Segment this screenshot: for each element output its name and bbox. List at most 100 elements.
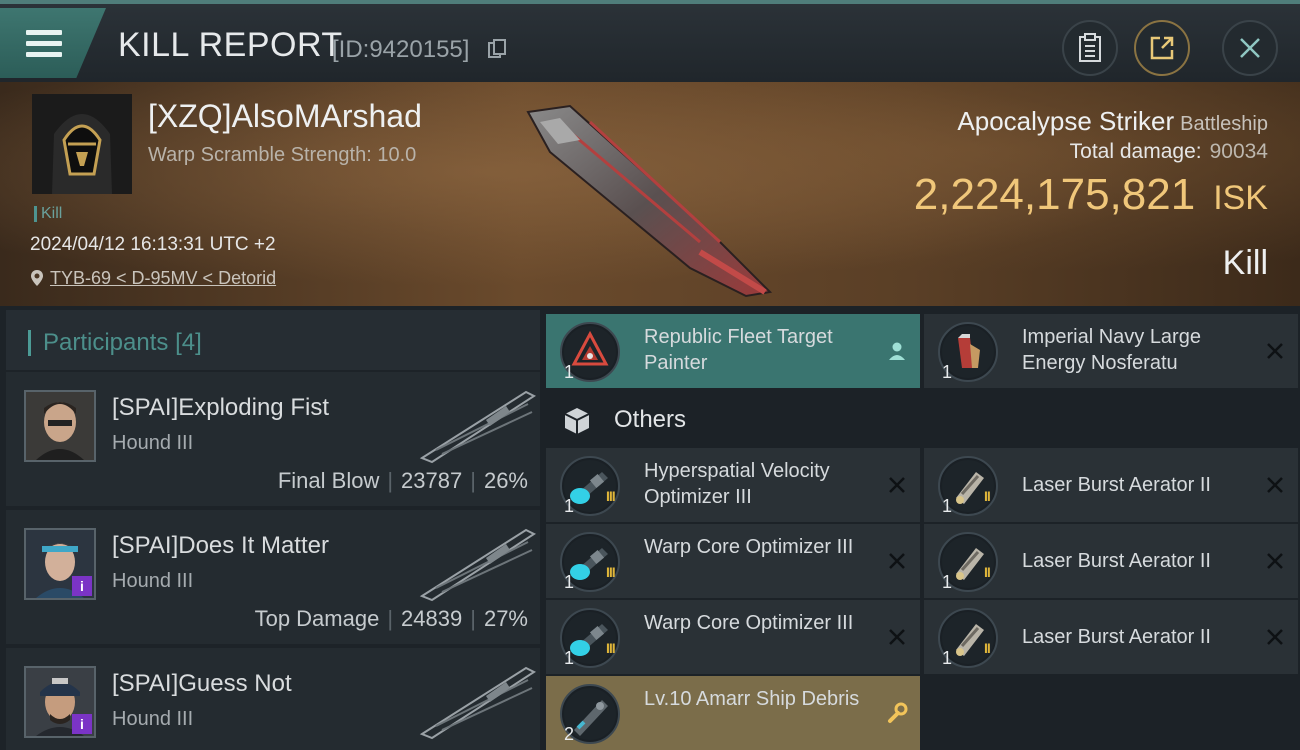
tier-badge: III — [606, 488, 616, 504]
helmet-portrait — [32, 94, 132, 194]
participant-name[interactable]: [SPAI]Does It Matter — [112, 532, 329, 560]
participants-header: Participants [4] — [6, 310, 540, 370]
warp-scramble-strength: Warp Scramble Strength: 10.0 — [148, 144, 417, 166]
participants-panel: Participants [4] [SPAI]Exploding Fist Ho… — [0, 306, 540, 750]
avatar[interactable] — [24, 390, 96, 462]
menu-icon-bar — [26, 41, 62, 46]
module-quantity: 1 — [942, 648, 953, 668]
report-id: [ID:9420155] — [332, 36, 470, 63]
participant-damage: 23787 — [401, 468, 463, 493]
clipboard-icon — [1079, 33, 1101, 62]
fitted-modules-panel: 1 Republic Fleet Target Painter 1 Imperi… — [540, 306, 1300, 750]
isk-unit: ISK — [1213, 179, 1268, 217]
module-slot[interactable]: II 1 Laser Burst Aerator II — [924, 600, 1298, 674]
module-slot[interactable]: III 1 Warp Core Optimizer III — [546, 524, 920, 598]
participant-ship: Hound III — [112, 432, 194, 454]
tier-badge: III — [606, 640, 616, 656]
module-slot[interactable]: 2 Lv.10 Amarr Ship Debris — [546, 676, 920, 750]
victim-avatar[interactable] — [32, 94, 132, 194]
info-badge: i — [72, 714, 92, 734]
module-slot[interactable]: 1 Republic Fleet Target Painter — [546, 314, 920, 388]
total-damage: Total damage: 90034 — [1070, 140, 1268, 164]
close-icon[interactable] — [1264, 474, 1286, 496]
close-icon[interactable] — [1264, 626, 1286, 648]
participant-row[interactable]: i [SPAI]Does It Matter Hound III Top Dam… — [6, 510, 540, 644]
participant-damage: 24839 — [401, 606, 463, 631]
participants-title-text: Participants — [43, 329, 169, 356]
module-name: Warp Core Optimizer III — [644, 612, 854, 634]
info-badge: i — [72, 576, 92, 596]
kill-datetime: 2024/04/12 16:13:31 UTC +2 — [30, 234, 276, 255]
module-name: Laser Burst Aerator II — [1022, 550, 1211, 572]
module-slot[interactable]: III 1 Hyperspatial Velocity Optimizer II… — [546, 448, 920, 522]
hound-ship-icon — [419, 528, 537, 602]
victim-name[interactable]: [XZQ]AlsoMArshad — [148, 98, 422, 135]
module-quantity: 1 — [942, 362, 953, 382]
tier-badge: II — [984, 488, 991, 504]
participant-name[interactable]: [SPAI]Guess Not — [112, 670, 292, 698]
close-icon[interactable] — [886, 550, 908, 572]
pilot-portrait — [26, 392, 94, 460]
person-icon[interactable] — [886, 340, 908, 362]
close-icon[interactable] — [1264, 340, 1286, 362]
ship-class: Battleship — [1180, 113, 1268, 135]
location-link[interactable]: TYB-69 < D-95MV < Detorid — [50, 268, 276, 288]
victim-summary: [XZQ]AlsoMArshad Warp Scramble Strength:… — [0, 82, 1300, 306]
participant-name[interactable]: [SPAI]Exploding Fist — [112, 394, 329, 422]
ship-render — [526, 104, 773, 298]
ship-name[interactable]: Apocalypse Striker Battleship — [957, 106, 1268, 137]
ship-name-text: Apocalypse Striker — [957, 106, 1175, 136]
close-icon — [1240, 38, 1260, 58]
tier-badge: II — [984, 640, 991, 656]
participant-ship: Hound III — [112, 570, 194, 592]
module-name: Republic Fleet Target Painter — [644, 326, 833, 374]
isk-amount: 2,224,175,821 — [913, 170, 1196, 219]
total-damage-label: Total damage: — [1069, 140, 1202, 163]
copy-icon[interactable] — [488, 39, 506, 59]
module-name: Warp Core Optimizer III — [644, 536, 854, 558]
participant-stats: Final Blow | 23787 | 26% — [277, 468, 528, 493]
close-icon[interactable] — [886, 626, 908, 648]
module-slot[interactable]: II 1 Laser Burst Aerator II — [924, 448, 1298, 522]
participants-title: Participants [4] — [28, 330, 202, 356]
module-slot[interactable]: II 1 Laser Burst Aerator II — [924, 524, 1298, 598]
module-quantity: 2 — [564, 724, 575, 744]
others-section-header: Others — [540, 396, 1300, 446]
share-button[interactable] — [1134, 20, 1190, 76]
participant-ship: Hound III — [112, 708, 194, 730]
module-quantity: 1 — [942, 496, 953, 516]
menu-button[interactable] — [0, 8, 106, 78]
hound-ship-icon — [419, 390, 537, 464]
participant-percent: 27% — [483, 606, 528, 631]
share-icon — [1150, 36, 1174, 60]
menu-icon — [26, 30, 62, 35]
kill-location[interactable]: TYB-69 < D-95MV < Detorid — [30, 268, 276, 289]
hound-ship-icon — [419, 666, 537, 740]
wrench-icon[interactable] — [886, 702, 908, 724]
participant-role: Final Blow — [277, 468, 380, 493]
module-quantity: 1 — [564, 362, 575, 382]
avatar[interactable]: i — [24, 666, 96, 738]
others-label: Others — [614, 406, 687, 433]
module-slot[interactable]: III 1 Warp Core Optimizer III — [546, 600, 920, 674]
participant-row[interactable]: [SPAI]Exploding Fist Hound III Final Blo… — [6, 372, 540, 506]
cube-icon — [564, 408, 590, 434]
avatar[interactable]: i — [24, 528, 96, 600]
kill-result: Kill — [1222, 244, 1268, 282]
module-name: Hyperspatial Velocity Optimizer III — [644, 460, 830, 508]
close-button[interactable] — [1222, 20, 1278, 76]
participant-stats: Top Damage | 24839 | 27% — [254, 606, 528, 631]
header-bar: KILL REPORT [ID:9420155] — [0, 0, 1300, 82]
page-title: KILL REPORT — [118, 26, 343, 64]
close-icon[interactable] — [886, 474, 908, 496]
module-slot[interactable]: 1 Imperial Navy Large Energy Nosferatu — [924, 314, 1298, 388]
total-damage-value: 90034 — [1209, 140, 1268, 163]
location-pin-icon — [31, 270, 43, 286]
clipboard-button[interactable] — [1062, 20, 1118, 76]
module-name: Laser Burst Aerator II — [1022, 626, 1211, 648]
module-quantity: 1 — [942, 572, 953, 592]
close-icon[interactable] — [1264, 550, 1286, 572]
menu-icon-bar — [26, 52, 62, 57]
participant-row[interactable]: i [SPAI]Guess Not Hound III — [6, 648, 540, 750]
module-name: Laser Burst Aerator II — [1022, 474, 1211, 496]
